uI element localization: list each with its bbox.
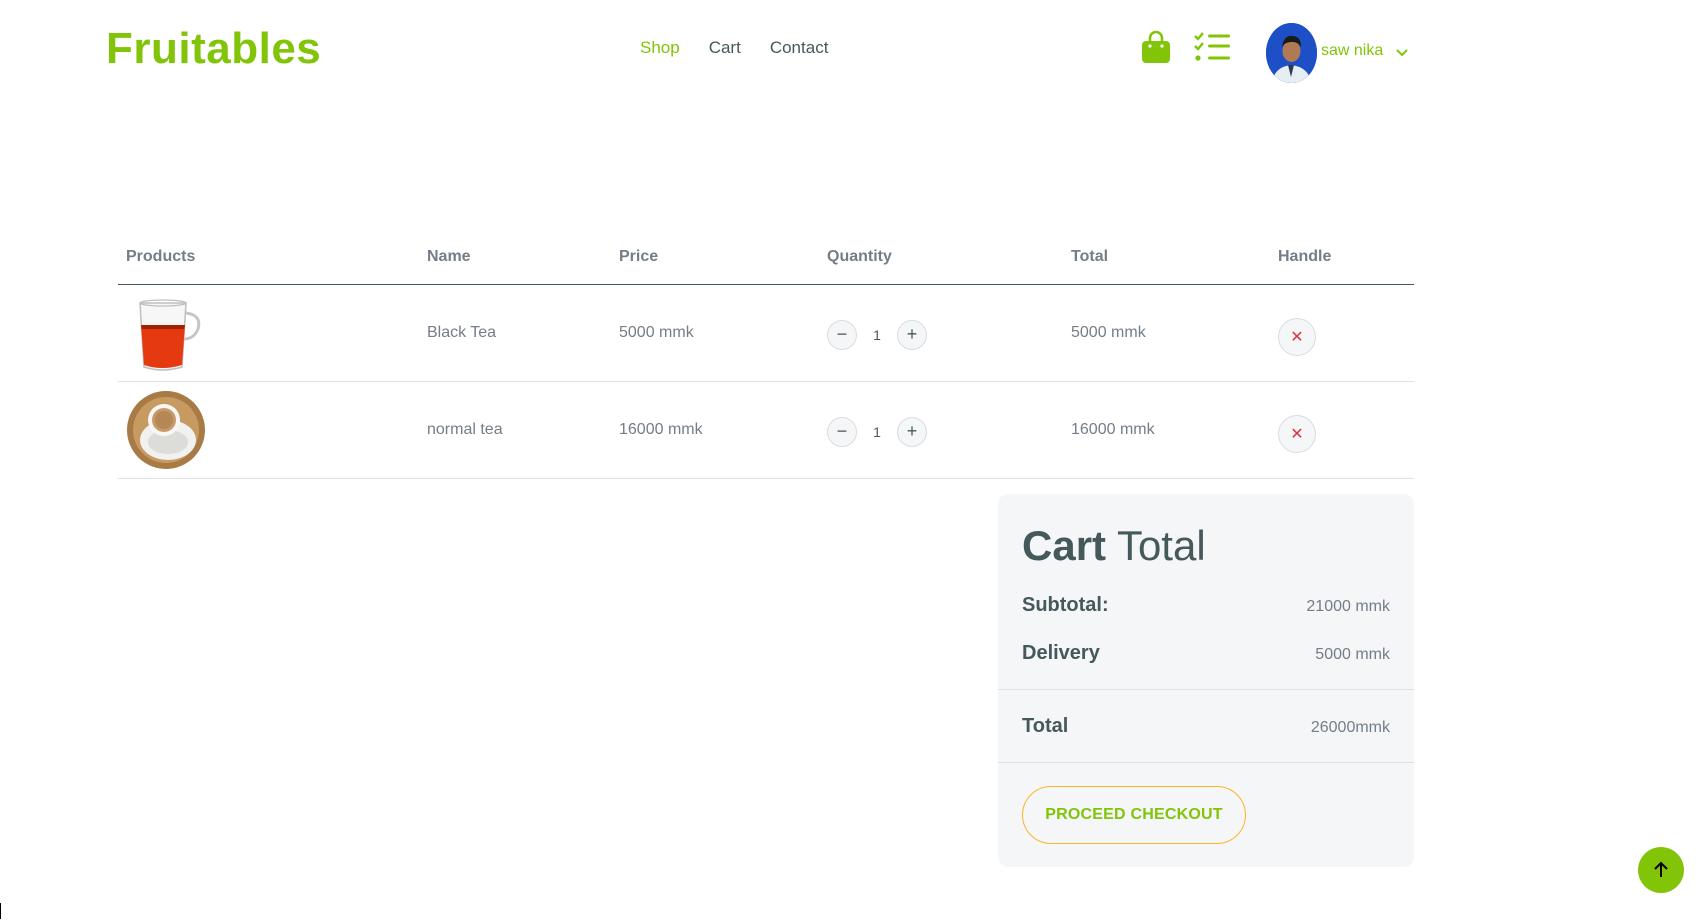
delivery-row: Delivery 5000 mmk xyxy=(1022,642,1390,665)
quantity-value[interactable]: 1 xyxy=(857,424,897,440)
table-header-row: Products Name Price Quantity Total Handl… xyxy=(118,248,1414,285)
total-label: Total xyxy=(1022,715,1069,737)
cart-table: Products Name Price Quantity Total Handl… xyxy=(118,248,1414,479)
header-products: Products xyxy=(118,248,419,285)
product-total: 5000 mmk xyxy=(1063,284,1270,382)
plus-icon: + xyxy=(906,324,918,344)
decrease-quantity-button[interactable]: − xyxy=(827,319,857,350)
nav-link-shop[interactable]: Shop xyxy=(640,38,680,58)
minus-icon: − xyxy=(836,421,848,441)
divider xyxy=(998,762,1414,763)
product-name: Black Tea xyxy=(419,284,611,382)
avatar-photo xyxy=(1266,23,1317,83)
increase-quantity-button[interactable]: + xyxy=(897,319,927,350)
cart-total-title: Cart Total xyxy=(1022,522,1206,569)
header-price: Price xyxy=(611,248,819,285)
product-price: 16000 mmk xyxy=(611,381,819,479)
total-row: Total 26000mmk xyxy=(1022,715,1390,738)
user-avatar[interactable] xyxy=(1266,23,1317,83)
header-handle: Handle xyxy=(1270,248,1414,285)
quantity-stepper: − 1 + xyxy=(819,284,1063,382)
quantity-value[interactable]: 1 xyxy=(857,327,897,343)
normal-tea-image xyxy=(127,390,205,469)
handle-cell: ✕ xyxy=(1270,381,1414,479)
delivery-value: 5000 mmk xyxy=(1315,646,1390,663)
delivery-label: Delivery xyxy=(1022,642,1100,664)
black-tea-image xyxy=(139,298,201,371)
plus-icon: + xyxy=(906,421,918,441)
arrow-up-icon xyxy=(1654,861,1668,877)
table-row: Black Tea 5000 mmk − 1 + 5000 mmk ✕ xyxy=(118,284,1414,382)
product-total: 16000 mmk xyxy=(1063,381,1270,479)
header-quantity: Quantity xyxy=(819,248,1063,285)
close-icon: ✕ xyxy=(1290,328,1304,346)
quantity-stepper: − 1 + xyxy=(819,381,1063,479)
header-name: Name xyxy=(419,248,611,285)
product-price: 5000 mmk xyxy=(611,284,819,382)
subtotal-row: Subtotal: 21000 mmk xyxy=(1022,594,1390,617)
remove-item-button[interactable]: ✕ xyxy=(1278,317,1316,356)
chevron-down-icon[interactable] xyxy=(1395,45,1409,59)
handle-cell: ✕ xyxy=(1270,284,1414,382)
increase-quantity-button[interactable]: + xyxy=(897,416,927,447)
proceed-checkout-button[interactable]: PROCEED CHECKOUT xyxy=(1022,786,1246,844)
product-cell xyxy=(118,284,419,382)
table-row: normal tea 16000 mmk − 1 + 16000 mmk ✕ xyxy=(118,381,1414,479)
product-name: normal tea xyxy=(419,381,611,479)
subtotal-value: 21000 mmk xyxy=(1306,598,1390,615)
minus-icon: − xyxy=(836,324,848,344)
brand-logo[interactable]: Fruitables xyxy=(106,24,321,74)
divider xyxy=(998,689,1414,690)
nav-link-cart[interactable]: Cart xyxy=(709,38,741,58)
main-nav: Shop Cart Contact xyxy=(640,38,857,58)
subtotal-label: Subtotal: xyxy=(1022,594,1109,616)
product-cell xyxy=(118,381,419,479)
total-value: 26000mmk xyxy=(1310,719,1390,736)
checklist-icon[interactable] xyxy=(1194,32,1230,62)
user-name[interactable]: saw nika xyxy=(1321,42,1383,60)
text-caret xyxy=(0,903,1,919)
cart-total-panel: Cart Total Subtotal: 21000 mmk Delivery … xyxy=(998,494,1414,867)
nav-link-contact[interactable]: Contact xyxy=(770,38,829,58)
back-to-top-button[interactable] xyxy=(1638,847,1684,893)
shopping-bag-icon[interactable] xyxy=(1141,30,1171,64)
close-icon: ✕ xyxy=(1290,425,1304,443)
header-total: Total xyxy=(1063,248,1270,285)
remove-item-button[interactable]: ✕ xyxy=(1278,414,1316,453)
decrease-quantity-button[interactable]: − xyxy=(827,416,857,447)
